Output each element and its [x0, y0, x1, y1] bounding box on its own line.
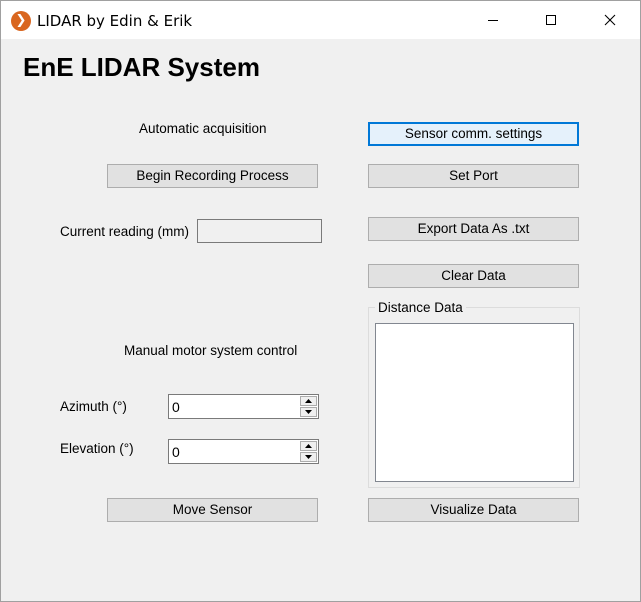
elevation-value[interactable]: 0: [172, 443, 180, 461]
chevron-up-icon: [305, 399, 312, 403]
elevation-stepper[interactable]: 0: [168, 439, 319, 464]
manual-control-label: Manual motor system control: [124, 343, 298, 358]
distance-data-title: Distance Data: [375, 299, 466, 316]
close-button[interactable]: [581, 1, 639, 39]
chevron-up-icon: [305, 444, 312, 448]
chevron-down-icon: [305, 410, 312, 414]
title-bar[interactable]: ❯ LIDAR by Edin & Erik: [1, 1, 640, 39]
elevation-down-button[interactable]: [300, 452, 317, 462]
azimuth-value[interactable]: 0: [172, 398, 180, 416]
minimize-icon: [488, 20, 498, 21]
sensor-comm-settings-button[interactable]: Sensor comm. settings: [368, 122, 579, 146]
maximize-button[interactable]: [522, 1, 580, 39]
export-data-button[interactable]: Export Data As .txt: [368, 217, 579, 241]
clear-data-button[interactable]: Clear Data: [368, 264, 579, 288]
azimuth-label: Azimuth (°): [60, 399, 127, 414]
azimuth-down-button[interactable]: [300, 407, 317, 417]
minimize-button[interactable]: [464, 1, 522, 39]
window-title: LIDAR by Edin & Erik: [37, 12, 193, 30]
chevron-down-icon: [305, 455, 312, 459]
set-port-button[interactable]: Set Port: [368, 164, 579, 188]
elevation-up-button[interactable]: [300, 441, 317, 451]
main-window: ❯ LIDAR by Edin & Erik EnE LIDAR System …: [0, 0, 641, 602]
elevation-spin-buttons: [300, 441, 317, 462]
current-reading-label: Current reading (mm): [60, 224, 190, 239]
move-sensor-button[interactable]: Move Sensor: [107, 498, 318, 522]
close-icon: [604, 14, 616, 26]
visualize-data-button[interactable]: Visualize Data: [368, 498, 579, 522]
automatic-acquisition-label: Automatic acquisition: [139, 121, 267, 136]
maximize-icon: [546, 15, 556, 25]
azimuth-spin-buttons: [300, 396, 317, 417]
current-reading-field[interactable]: [197, 219, 322, 243]
app-icon[interactable]: ❯: [11, 11, 31, 31]
distance-data-list[interactable]: [375, 323, 574, 482]
azimuth-up-button[interactable]: [300, 396, 317, 406]
elevation-label: Elevation (°): [60, 441, 134, 456]
page-title: EnE LIDAR System: [23, 52, 260, 82]
begin-recording-button[interactable]: Begin Recording Process: [107, 164, 318, 188]
azimuth-stepper[interactable]: 0: [168, 394, 319, 419]
